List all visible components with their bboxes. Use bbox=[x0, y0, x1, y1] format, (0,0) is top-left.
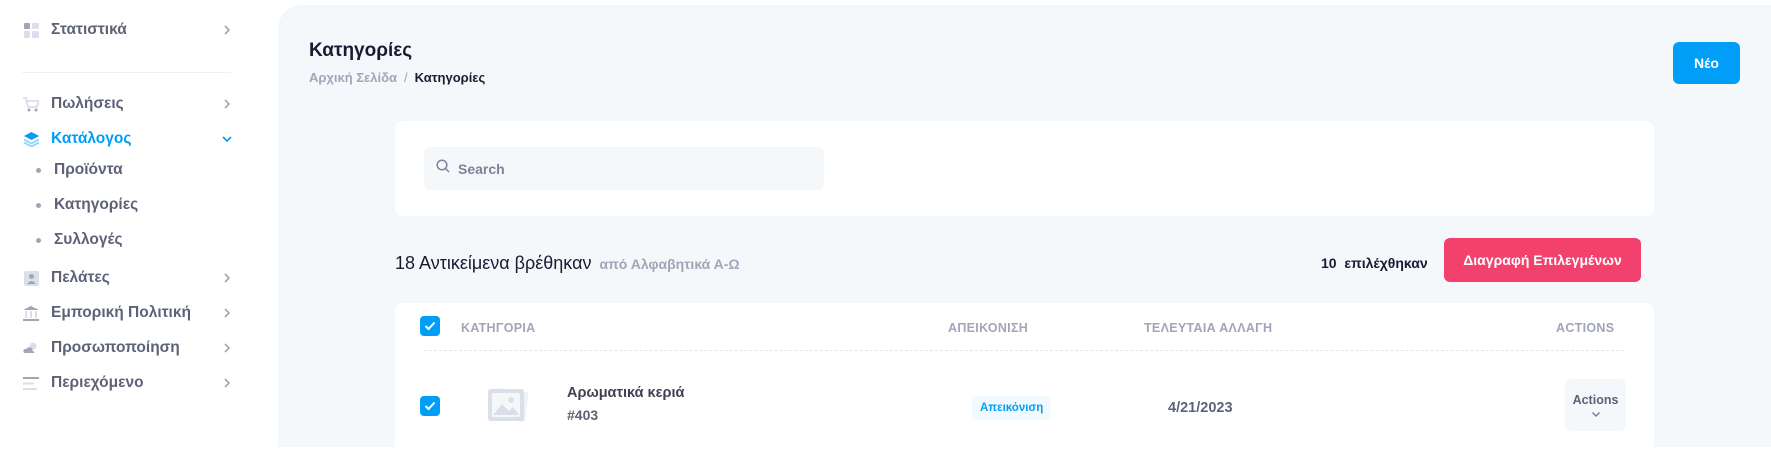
category-name[interactable]: Αρωματικά κεριά bbox=[567, 385, 684, 401]
sidebar-subitem-label: Κατηγορίες bbox=[54, 196, 139, 213]
sidebar-subitem-label: Συλλογές bbox=[54, 231, 123, 248]
last-modified-date: 4/21/2023 bbox=[1168, 400, 1233, 416]
column-header-category[interactable]: ΚΑΤΗΓΟΡΙΑ bbox=[461, 321, 535, 335]
row-checkbox[interactable] bbox=[420, 396, 440, 416]
sidebar-item-label: Πωλήσεις bbox=[51, 95, 124, 112]
sidebar-item-label: Περιεχόμενο bbox=[51, 374, 144, 391]
sidebar-separator bbox=[22, 72, 231, 73]
breadcrumb-separator: / bbox=[404, 70, 408, 85]
sidebar-item-label: Στατιστικά bbox=[51, 21, 127, 38]
layers-icon bbox=[22, 130, 40, 148]
text-align-icon bbox=[22, 374, 40, 392]
delete-selected-button[interactable]: Διαγραφή Επιλεγμένων bbox=[1444, 238, 1641, 282]
categories-table: ΚΑΤΗΓΟΡΙΑ ΑΠΕΙΚΟΝΙΣΗ ΤΕΛΕΥΤΑΙΑ ΑΛΛΑΓΗ AC… bbox=[395, 303, 1654, 463]
sidebar-item-personalization[interactable]: Προσωποποίηση bbox=[22, 333, 234, 363]
chevron-right-icon bbox=[220, 376, 234, 390]
results-count: 18 Αντικείμενα βρέθηκαν bbox=[395, 253, 592, 273]
sidebar-item-statistics[interactable]: Στατιστικά bbox=[22, 15, 234, 45]
column-header-actions: ACTIONS bbox=[1556, 321, 1615, 335]
new-button[interactable]: Νέο bbox=[1673, 42, 1740, 84]
bullet-icon bbox=[36, 167, 41, 173]
chevron-down-icon bbox=[220, 132, 234, 146]
bullet-icon bbox=[36, 202, 41, 208]
chevron-right-icon bbox=[220, 341, 234, 355]
column-header-display[interactable]: ΑΠΕΙΚΟΝΙΣΗ bbox=[948, 321, 1028, 335]
page-title: Κατηγορίες bbox=[309, 40, 413, 61]
category-id: #403 bbox=[567, 407, 599, 423]
display-badge: Απεικόνιση bbox=[972, 396, 1052, 420]
sidebar-subitem-collections[interactable]: Συλλογές bbox=[36, 226, 123, 254]
bullet-icon bbox=[36, 237, 41, 243]
app-root: Στατιστικά Πωλήσεις Κατάλογος Προϊόντα Κ… bbox=[0, 0, 1771, 463]
select-all-checkbox[interactable] bbox=[420, 316, 440, 336]
breadcrumb-current: Κατηγορίες bbox=[414, 70, 486, 85]
cart-icon bbox=[22, 95, 40, 113]
dashboard-icon bbox=[22, 21, 40, 39]
search-icon bbox=[436, 159, 450, 178]
actions-dropdown-button[interactable]: Actions bbox=[1565, 379, 1626, 431]
chevron-right-icon bbox=[220, 306, 234, 320]
bank-icon bbox=[22, 304, 40, 322]
chevron-down-icon bbox=[1591, 411, 1600, 417]
sidebar-item-label: Κατάλογος bbox=[51, 130, 132, 147]
check-icon bbox=[424, 321, 436, 331]
results-sort: από Αλφαβητικά Α-Ω bbox=[599, 256, 740, 272]
check-icon bbox=[424, 401, 436, 411]
selected-count: 10 επιλέχθηκαν bbox=[1321, 255, 1428, 271]
sidebar-item-label: Εμπορική Πολιτική bbox=[51, 304, 191, 321]
sidebar-item-sales[interactable]: Πωλήσεις bbox=[22, 89, 234, 119]
sidebar-subitem-categories[interactable]: Κατηγορίες bbox=[36, 191, 138, 219]
sidebar-subitem-label: Προϊόντα bbox=[54, 161, 123, 178]
column-header-last-modified[interactable]: ΤΕΛΕΥΤΑΙΑ ΑΛΛΑΓΗ bbox=[1144, 321, 1272, 335]
search-input[interactable] bbox=[458, 160, 798, 177]
sidebar-item-content[interactable]: Περιεχόμενο bbox=[22, 368, 234, 398]
weather-icon bbox=[22, 339, 40, 357]
sidebar: Στατιστικά Πωλήσεις Κατάλογος Προϊόντα Κ… bbox=[0, 0, 270, 447]
chevron-right-icon bbox=[220, 97, 234, 111]
chevron-right-icon bbox=[220, 23, 234, 37]
sidebar-item-label: Πελάτες bbox=[51, 269, 110, 286]
sidebar-item-catalog[interactable]: Κατάλογος bbox=[22, 124, 234, 154]
sidebar-subitem-products[interactable]: Προϊόντα bbox=[36, 156, 123, 184]
sidebar-item-customers[interactable]: Πελάτες bbox=[22, 263, 234, 293]
sidebar-item-commercial-policy[interactable]: Εμπορική Πολιτική bbox=[22, 298, 234, 328]
sidebar-item-label: Προσωποποίηση bbox=[51, 339, 180, 356]
search-box[interactable] bbox=[424, 147, 824, 190]
search-card bbox=[395, 121, 1654, 216]
results-summary: 18 Αντικείμενα βρέθηκαν από Αλφαβητικά Α… bbox=[395, 253, 740, 274]
breadcrumb: Αρχική Σελίδα / Κατηγορίες bbox=[309, 70, 485, 85]
actions-label: Actions bbox=[1572, 392, 1619, 407]
main-content: Κατηγορίες Αρχική Σελίδα / Κατηγορίες Νέ… bbox=[278, 5, 1771, 463]
header-separator bbox=[424, 350, 1624, 351]
contacts-icon bbox=[22, 269, 40, 287]
image-placeholder-icon bbox=[483, 381, 533, 431]
breadcrumb-home-link[interactable]: Αρχική Σελίδα bbox=[309, 70, 397, 85]
chevron-right-icon bbox=[220, 271, 234, 285]
